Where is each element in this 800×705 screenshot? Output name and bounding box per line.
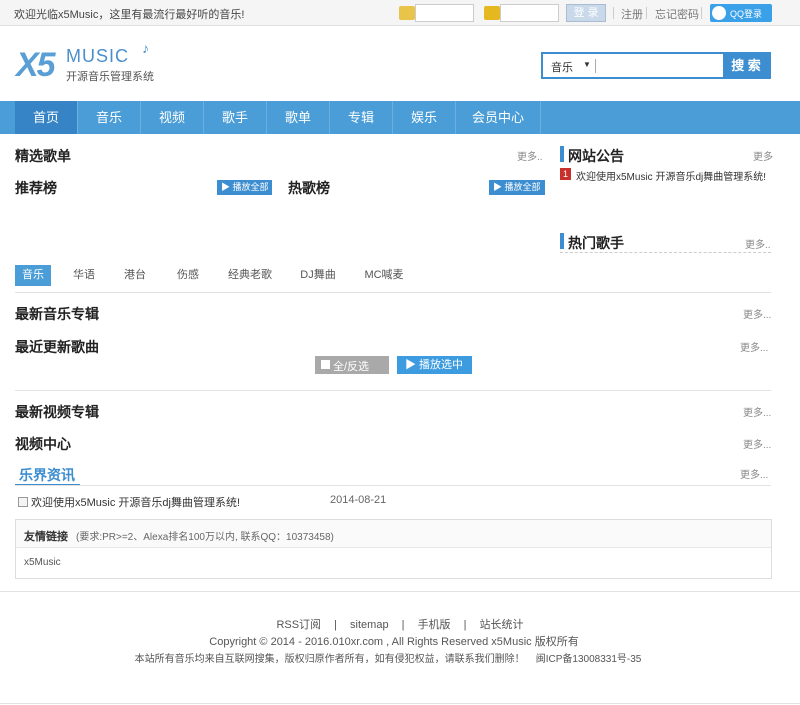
nav-divider [540, 101, 541, 134]
music-note-icon: ♪ [142, 40, 149, 56]
sitemap-link[interactable]: sitemap [350, 619, 389, 631]
qq-icon [712, 6, 726, 20]
tab-chinese[interactable]: 华语 [66, 265, 102, 286]
play-selected-button[interactable]: ▶ 播放选中 [397, 356, 472, 374]
announcement-item[interactable]: 欢迎使用x5Music 开源音乐dj舞曲管理系统! [576, 168, 766, 183]
tab-music[interactable]: 音乐 [15, 265, 51, 286]
site-logo[interactable]: X5 MUSIC ♪ 开源音乐管理系统 [16, 40, 166, 86]
chevron-down-icon: ▼ [583, 60, 591, 69]
nav-entertainment[interactable]: 娱乐 [393, 101, 455, 134]
footer-links: RSS订阅 | sitemap | 手机版 | 站长统计 [0, 616, 800, 632]
hot-songs-heading: 热歌榜 [288, 180, 330, 196]
nav-member-center[interactable]: 会员中心 [456, 101, 540, 134]
footer-separator: | [463, 619, 467, 631]
user-icon [399, 6, 415, 20]
mobile-link[interactable]: 手机版 [418, 619, 451, 631]
play-all-button[interactable]: ▶ 播放全部 [489, 180, 545, 195]
recommended-heading: 推荐榜 [15, 180, 57, 196]
latest-video-album-heading: 最新视频专辑 [15, 404, 99, 420]
qq-login-button[interactable]: QQ登录 [710, 4, 772, 22]
search-box: 音乐 ▼ 搜 索 [541, 52, 771, 79]
password-input[interactable] [500, 4, 559, 22]
section-marker [560, 233, 564, 249]
checkbox-icon [321, 360, 330, 369]
forgot-password-link[interactable]: 忘记密码 [655, 6, 699, 22]
friend-links-box: 友情链接 (要求:PR>=2、Alexa排名100万以内, 联系QQ：10373… [15, 519, 772, 579]
select-all-label: 全/反选 [333, 361, 370, 373]
register-link[interactable]: 注册 [621, 6, 643, 22]
video-center-heading: 视频中心 [15, 436, 71, 452]
tab-classic[interactable]: 经典老歌 [223, 265, 277, 286]
nav-video[interactable]: 视频 [141, 101, 203, 134]
document-icon [18, 497, 28, 507]
tab-dj[interactable]: DJ舞曲 [294, 265, 342, 286]
announcement-badge: 1 [560, 168, 571, 180]
nav-albums[interactable]: 专辑 [330, 101, 392, 134]
rss-link[interactable]: RSS订阅 [276, 619, 321, 631]
more-link[interactable]: 更多... [740, 466, 768, 481]
tab-hk-tw[interactable]: 港台 [117, 265, 153, 286]
more-link[interactable]: 更多... [740, 339, 768, 354]
news-date: 2014-08-21 [330, 494, 387, 506]
stats-link[interactable]: 站长统计 [480, 619, 524, 631]
more-link[interactable]: 更多... [743, 436, 771, 451]
logo-x5: X5 [16, 46, 56, 84]
copyright: Copyright © 2014 - 2016.010xr.com , All … [209, 636, 579, 648]
search-input[interactable] [595, 59, 596, 73]
latest-album-heading: 最新音乐专辑 [15, 306, 99, 322]
featured-playlist-heading: 精选歌单 [15, 148, 71, 164]
login-button[interactable]: 登 录 [566, 4, 606, 22]
divider [15, 485, 771, 486]
more-link[interactable]: 更多.. [745, 236, 771, 251]
hot-singers-heading: 热门歌手 [568, 235, 624, 251]
entertainment-heading[interactable]: 乐界资讯 [19, 465, 75, 485]
more-link[interactable]: 更多 [753, 148, 773, 163]
divider [560, 252, 771, 253]
more-link[interactable]: 更多.. [517, 148, 543, 163]
divider [15, 390, 771, 391]
divider [613, 7, 614, 19]
play-all-button[interactable]: ▶ 播放全部 [217, 180, 272, 195]
welcome-text: 欢迎光临x5Music，这里有最流行最好听的音乐! [14, 9, 245, 21]
search-category-select[interactable]: 音乐 [551, 59, 573, 75]
nav-home[interactable]: 首页 [15, 101, 77, 134]
tab-mc[interactable]: MC喊麦 [360, 265, 408, 286]
news-title[interactable]: 欢迎使用x5Music 开源音乐dj舞曲管理系统! [31, 494, 240, 510]
select-all-button[interactable]: 全/反选 [315, 356, 389, 374]
friend-link-x5music[interactable]: x5Music [24, 557, 61, 568]
announcement-heading: 网站公告 [568, 148, 624, 164]
logo-music: MUSIC [66, 46, 129, 66]
latest-songs-heading: 最近更新歌曲 [15, 339, 99, 355]
footer-separator: | [401, 619, 405, 631]
lock-icon [484, 6, 500, 20]
divider [701, 7, 702, 19]
main-nav: 首页 音乐 视频 歌手 歌单 专辑 娱乐 会员中心 [0, 101, 800, 134]
search-button[interactable]: 搜 索 [723, 54, 769, 77]
tab-sad[interactable]: 伤感 [170, 265, 206, 286]
qq-login-label: QQ登录 [730, 9, 763, 19]
footer-divider [0, 591, 800, 592]
nav-singers[interactable]: 歌手 [204, 101, 266, 134]
section-marker [560, 146, 564, 162]
divider [15, 292, 771, 293]
more-link[interactable]: 更多... [743, 306, 771, 321]
more-link[interactable]: 更多... [743, 404, 771, 419]
nav-playlists[interactable]: 歌单 [267, 101, 329, 134]
logo-subtitle: 开源音乐管理系统 [66, 71, 154, 83]
divider [646, 7, 647, 19]
disclaimer: 本站所有音乐均来自互联网搜集，版权归原作者所有，如有侵犯权益，请联系我们删除！ … [134, 654, 642, 665]
friend-links-note: (要求:PR>=2、Alexa排名100万以内, 联系QQ：10373458) [76, 532, 334, 543]
username-input[interactable] [415, 4, 474, 22]
footer-separator: | [334, 619, 337, 631]
friend-links-title: 友情链接 [24, 531, 68, 543]
page-bottom-border [0, 703, 800, 704]
nav-music[interactable]: 音乐 [78, 101, 140, 134]
